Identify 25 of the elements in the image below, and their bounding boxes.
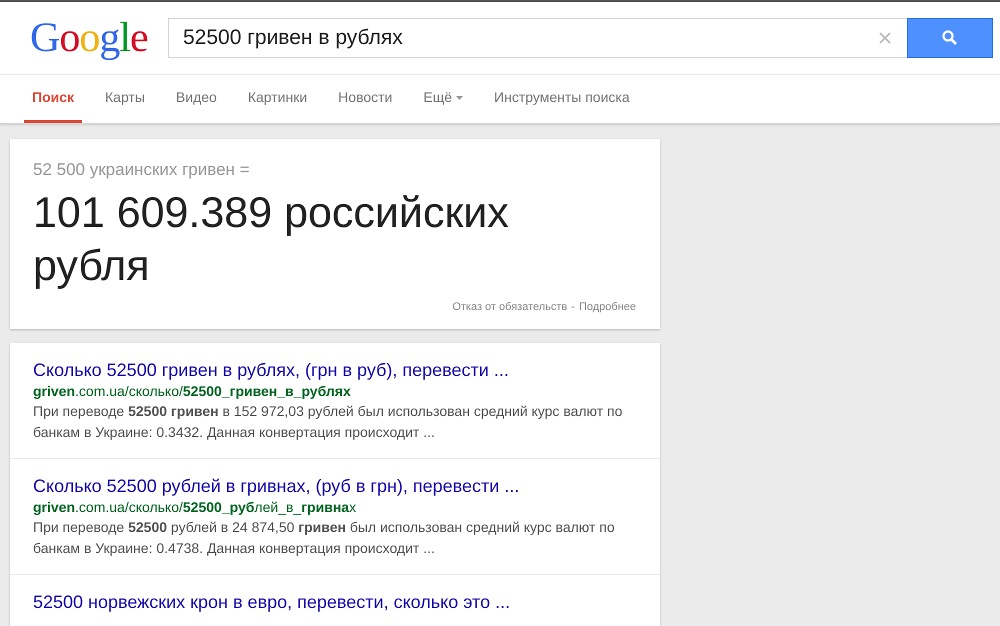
more-info-link[interactable]: Подробнее bbox=[578, 298, 636, 315]
nav-tab[interactable]: Карты bbox=[97, 75, 153, 123]
result-title-link[interactable]: Сколько 52500 рублей в гривнах, (руб в грн), перевести ... bbox=[33, 474, 637, 498]
result-title-link[interactable]: 52500 норвежских крон в евро, перевести, сколько это ... bbox=[33, 590, 637, 614]
search-icon bbox=[942, 30, 958, 46]
source-amount: 52 500 украинских гривен = bbox=[33, 159, 251, 181]
google-logo[interactable]: Google bbox=[30, 17, 168, 59]
search-field[interactable]: 52500 гривен в рублях bbox=[168, 18, 907, 58]
disclaimer-link[interactable]: Отказ от обязательств bbox=[452, 298, 568, 315]
nav-tab[interactable]: Новости bbox=[330, 75, 400, 123]
result-snippet: При переводе 52500 рублей в 24 874,50 гривен был использован средний курс валют по банкам в Украине: 0.4738. Данная конвертация происходит ... bbox=[33, 518, 616, 558]
nav-tab[interactable]: Видео bbox=[168, 75, 225, 123]
nav-tab[interactable]: Ещё bbox=[415, 75, 472, 123]
caret-icon bbox=[456, 96, 464, 100]
result-title-link[interactable]: Сколько 52500 гривен в рублях, (грн в руб), перевести ... bbox=[33, 358, 637, 382]
clear-icon[interactable] bbox=[879, 32, 891, 44]
nav-tab[interactable]: Инструменты поиска bbox=[486, 75, 638, 123]
search-button[interactable] bbox=[907, 18, 993, 58]
separator: - bbox=[571, 300, 575, 314]
result-url: griven.com.ua/сколько/52500_рублей_в_гривнах bbox=[33, 498, 358, 516]
result-url: griven.com.ua/сколько/52500_гривен_в_рублях bbox=[33, 382, 352, 400]
result-snippet: При переводе 52500 гривен в 152 972,03 рублей был использован средний курс валют по банкам в Украине: 0.3432. Данная конвертация происходит ... bbox=[33, 402, 623, 442]
nav-tab[interactable]: Поиск bbox=[24, 75, 82, 123]
conversion-result: 101 609.389 российских рубля bbox=[33, 188, 510, 292]
nav-tab[interactable]: Картинки bbox=[240, 75, 316, 123]
